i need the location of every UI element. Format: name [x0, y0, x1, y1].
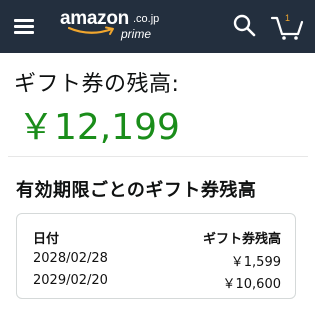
gift-balance-amount: ￥12,199	[18, 107, 180, 148]
balance-column-header: ギフト券残高	[202, 232, 281, 247]
row-amount: ￥1,599	[230, 255, 281, 270]
row-date: 2028/02/28	[33, 251, 108, 266]
table-header: 日付 ギフト券残高	[33, 228, 281, 248]
cart-count: 1	[285, 13, 291, 23]
table-row: 2028/02/28 ￥1,599	[33, 251, 281, 271]
gift-balance-label: ギフト券の残高:	[14, 72, 180, 97]
section-divider	[8, 156, 308, 157]
row-date: 2029/02/20	[33, 273, 108, 288]
top-nav-bar: amazon .co.jp prime 1	[0, 0, 315, 53]
amazon-logo[interactable]: amazon .co.jp prime	[60, 8, 180, 48]
menu-icon[interactable]	[14, 14, 40, 38]
expiry-balance-table: 日付 ギフト券残高 2028/02/28 ￥1,599 2029/02/20 ￥…	[16, 213, 296, 299]
logo-prime: prime	[121, 27, 152, 41]
row-amount: ￥10,600	[222, 277, 282, 292]
search-icon[interactable]	[232, 13, 258, 39]
cart-button[interactable]: 1	[270, 11, 304, 41]
smile-arrow-icon	[68, 26, 114, 35]
expiry-section-title: 有効期限ごとのギフト券残高	[16, 180, 257, 201]
date-column-header: 日付	[33, 232, 60, 247]
logo-tld: .co.jp	[133, 13, 160, 25]
table-row: 2029/02/20 ￥10,600	[33, 273, 281, 293]
